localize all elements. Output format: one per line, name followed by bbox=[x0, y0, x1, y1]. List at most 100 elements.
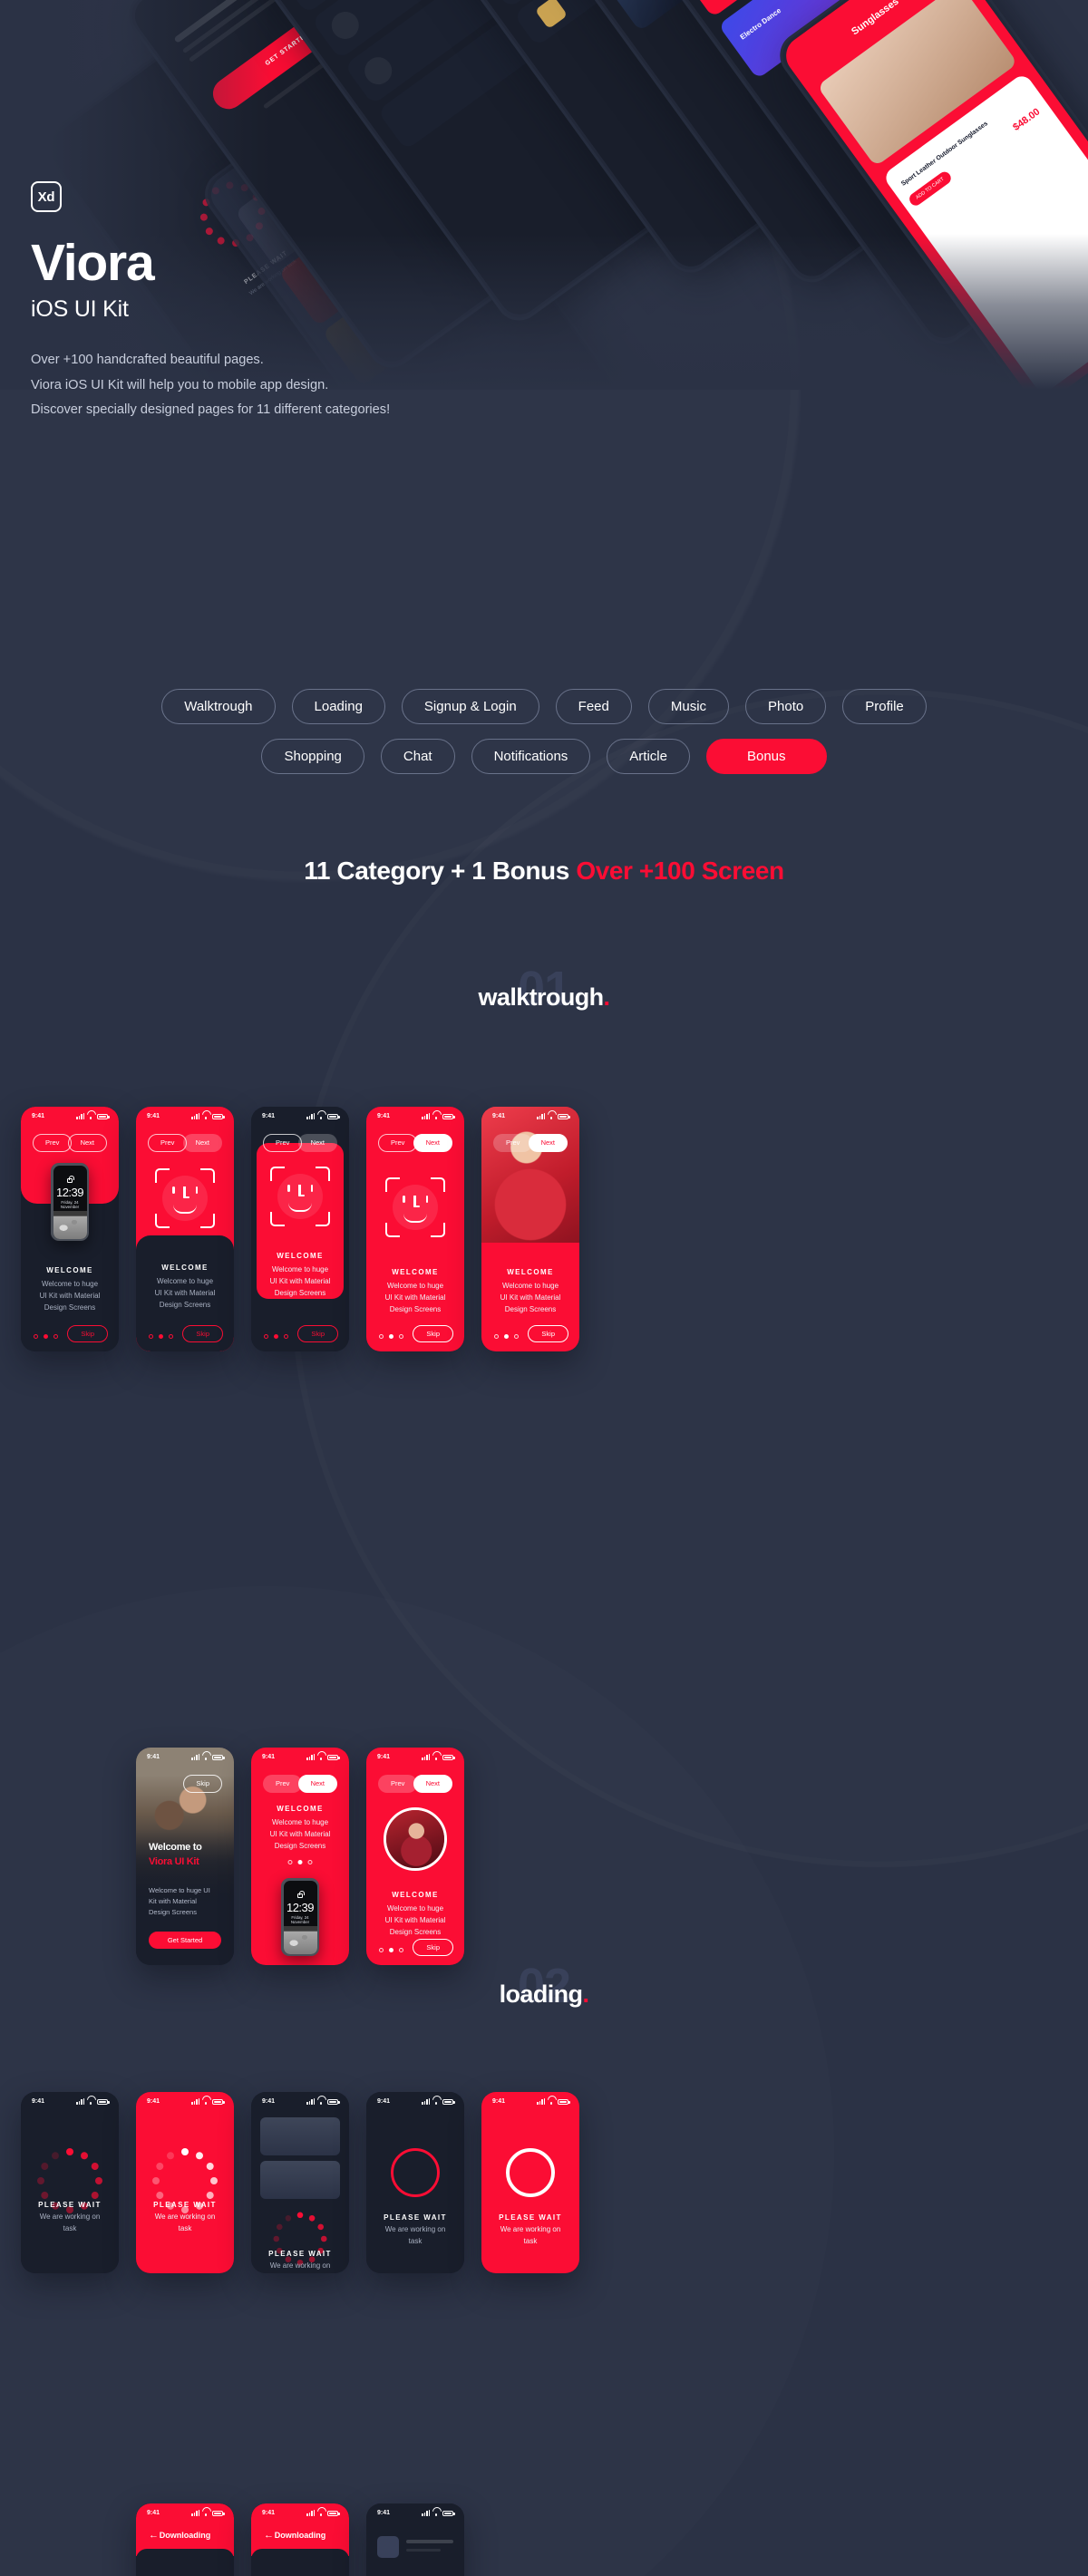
welcome-title: WELCOME bbox=[507, 1268, 554, 1276]
signal-icon bbox=[191, 2097, 199, 2105]
status-time: 9:41 bbox=[377, 1112, 391, 1119]
skip-button[interactable]: Skip bbox=[67, 1324, 108, 1342]
battery-icon bbox=[97, 1113, 110, 1119]
status-bar: 9:41 bbox=[251, 2503, 349, 2522]
status-bar: 9:41 bbox=[481, 2092, 579, 2110]
next-button[interactable]: Next bbox=[182, 1134, 222, 1152]
status-bar: 9:41 bbox=[251, 2092, 349, 2110]
screen-walkthrough-5[interactable]: 9:41 Prev Next WELCOME Welcome to huge U… bbox=[481, 1107, 579, 1351]
prev-button[interactable]: Prev bbox=[33, 1134, 73, 1152]
screen-loading-5[interactable]: 9:41 PLEASE WAIT We are working on task bbox=[481, 2092, 579, 2273]
chip-photo[interactable]: Photo bbox=[745, 689, 827, 724]
prev-button[interactable]: Prev bbox=[493, 1134, 533, 1152]
face-id-icon bbox=[385, 1177, 445, 1237]
chip-loading[interactable]: Loading bbox=[291, 689, 385, 724]
signal-icon bbox=[191, 1112, 199, 1119]
chip-notifications[interactable]: Notifications bbox=[471, 739, 591, 774]
battery-icon bbox=[212, 1113, 225, 1119]
screen-loading-2[interactable]: 9:41 PLEASE WAIT We are working on task bbox=[136, 2092, 234, 2273]
status-time: 9:41 bbox=[262, 1112, 276, 1119]
stats-headline-accent: Over +100 Screen bbox=[576, 857, 784, 885]
chip-bonus[interactable]: Bonus bbox=[705, 739, 827, 774]
welcome-title: WELCOME bbox=[277, 1252, 324, 1260]
loading-title: PLEASE WAIT bbox=[499, 2213, 562, 2222]
pagination-dots[interactable] bbox=[287, 1860, 313, 1864]
pagination-dots[interactable] bbox=[494, 1334, 519, 1339]
loading-title: PLEASE WAIT bbox=[38, 2201, 102, 2209]
screen-walkthrough-6[interactable]: 9:41 Skip Welcome to Viora UI Kit Welcom… bbox=[136, 1748, 234, 1965]
chip-row-2: Shopping Chat Notifications Article Bonu… bbox=[0, 739, 1088, 774]
skip-button[interactable]: Skip bbox=[528, 1324, 568, 1342]
chip-shopping[interactable]: Shopping bbox=[261, 739, 364, 774]
welcome-body: Welcome to huge UI Kit with Material Des… bbox=[269, 1818, 331, 1850]
status-bar: 9:41 bbox=[136, 1107, 234, 1125]
category-chips: Walktrough Loading Signup & Login Feed M… bbox=[0, 689, 1088, 789]
screen-walkthrough-8[interactable]: 9:41 Prev Next WELCOME Welcome to huge U… bbox=[366, 1748, 464, 1965]
status-icons bbox=[191, 1753, 225, 1760]
status-time: 9:41 bbox=[32, 2097, 45, 2105]
skip-button[interactable]: Skip bbox=[297, 1324, 338, 1342]
screen-downloading-2[interactable]: 9:41 ← Downloading bbox=[251, 2503, 349, 2576]
chip-chat[interactable]: Chat bbox=[380, 739, 455, 774]
status-time: 9:41 bbox=[377, 2097, 391, 2105]
next-button[interactable]: Next bbox=[67, 1134, 107, 1152]
prev-button[interactable]: Prev bbox=[378, 1775, 418, 1793]
prev-button[interactable]: Prev bbox=[378, 1134, 418, 1152]
battery-icon bbox=[442, 1754, 455, 1760]
wifi-icon bbox=[87, 2099, 94, 2105]
face-id-icon bbox=[155, 1168, 215, 1228]
screen-loading-3[interactable]: 9:41 PLEASE WAIT We are working on task bbox=[251, 2092, 349, 2273]
prev-button[interactable]: Prev bbox=[263, 1134, 303, 1152]
signal-icon bbox=[537, 1112, 545, 1119]
screen-walkthrough-7[interactable]: 9:41 Prev Next WELCOME Welcome to huge U… bbox=[251, 1748, 349, 1965]
status-bar: 9:41 bbox=[136, 1748, 234, 1766]
welcome-title: WELCOME bbox=[161, 1264, 209, 1272]
skip-button[interactable]: Skip bbox=[183, 1775, 222, 1793]
page-subtitle: iOS UI Kit bbox=[31, 296, 129, 322]
section-name-dot: . bbox=[603, 983, 610, 1012]
skip-button[interactable]: Skip bbox=[413, 1938, 453, 1956]
status-icons bbox=[306, 1112, 340, 1119]
screen-walkthrough-3[interactable]: 9:41 Prev Next WELCOME Welcome to huge U… bbox=[251, 1107, 349, 1351]
chip-profile[interactable]: Profile bbox=[842, 689, 927, 724]
prev-button[interactable]: Prev bbox=[263, 1775, 303, 1793]
skip-button[interactable]: Skip bbox=[182, 1324, 223, 1342]
signal-icon bbox=[76, 2097, 84, 2105]
lock-date: Friday, 24 November bbox=[290, 1914, 310, 1924]
chip-signup-login[interactable]: Signup & Login bbox=[401, 689, 539, 724]
skip-button[interactable]: Skip bbox=[413, 1324, 453, 1342]
chip-walktrough[interactable]: Walktrough bbox=[161, 689, 276, 724]
pagination-dots[interactable] bbox=[379, 1948, 403, 1952]
pagination-dots[interactable] bbox=[379, 1334, 403, 1339]
screen-downloading-3[interactable]: 9:41 bbox=[366, 2503, 464, 2576]
screen-walkthrough-4[interactable]: 9:41 Prev Next WELCOME Welcome to huge U… bbox=[366, 1107, 464, 1351]
downloading-title: Downloading bbox=[159, 2531, 211, 2540]
next-button[interactable]: Next bbox=[413, 1775, 452, 1793]
chip-article[interactable]: Article bbox=[607, 739, 690, 774]
screen-loading-1[interactable]: 9:41 PLEASE WAIT We are working on task bbox=[21, 2092, 119, 2273]
get-started-button[interactable]: Get Started bbox=[149, 1932, 221, 1949]
status-icons bbox=[191, 2097, 225, 2105]
welcome-body: Welcome to huge UI Kit with Material Des… bbox=[154, 1277, 216, 1309]
next-button[interactable]: Next bbox=[413, 1134, 452, 1152]
next-button[interactable]: Next bbox=[297, 1775, 337, 1793]
hero-description: Over +100 handcrafted beautiful pages. V… bbox=[31, 350, 611, 421]
next-button[interactable]: Next bbox=[297, 1134, 337, 1152]
section-name-text: walktrough bbox=[478, 983, 605, 1012]
skeleton-card bbox=[260, 2117, 340, 2155]
chip-music[interactable]: Music bbox=[647, 689, 730, 724]
pagination-dots[interactable] bbox=[264, 1334, 288, 1339]
pagination-dots[interactable] bbox=[149, 1334, 173, 1339]
status-icons bbox=[537, 2097, 570, 2105]
welcome-body: Welcome to huge UI Kit with Material Des… bbox=[269, 1265, 331, 1297]
prev-button[interactable]: Prev bbox=[148, 1134, 188, 1152]
next-button[interactable]: Next bbox=[528, 1134, 568, 1152]
screen-walkthrough-1[interactable]: 9:41 Prev Next 12:39 Friday, 24 November bbox=[21, 1107, 119, 1351]
screen-walkthrough-2[interactable]: 9:41 Prev Next WELCOME Welcome to huge U… bbox=[136, 1107, 234, 1351]
hero-description-line: Over +100 handcrafted beautiful pages. bbox=[31, 353, 264, 367]
pagination-dots[interactable] bbox=[34, 1334, 58, 1339]
chip-feed[interactable]: Feed bbox=[555, 689, 632, 724]
screen-loading-4[interactable]: 9:41 PLEASE WAIT We are working on task bbox=[366, 2092, 464, 2273]
screen-downloading-1[interactable]: 9:41 ← Downloading bbox=[136, 2503, 234, 2576]
avatar bbox=[384, 1807, 447, 1871]
